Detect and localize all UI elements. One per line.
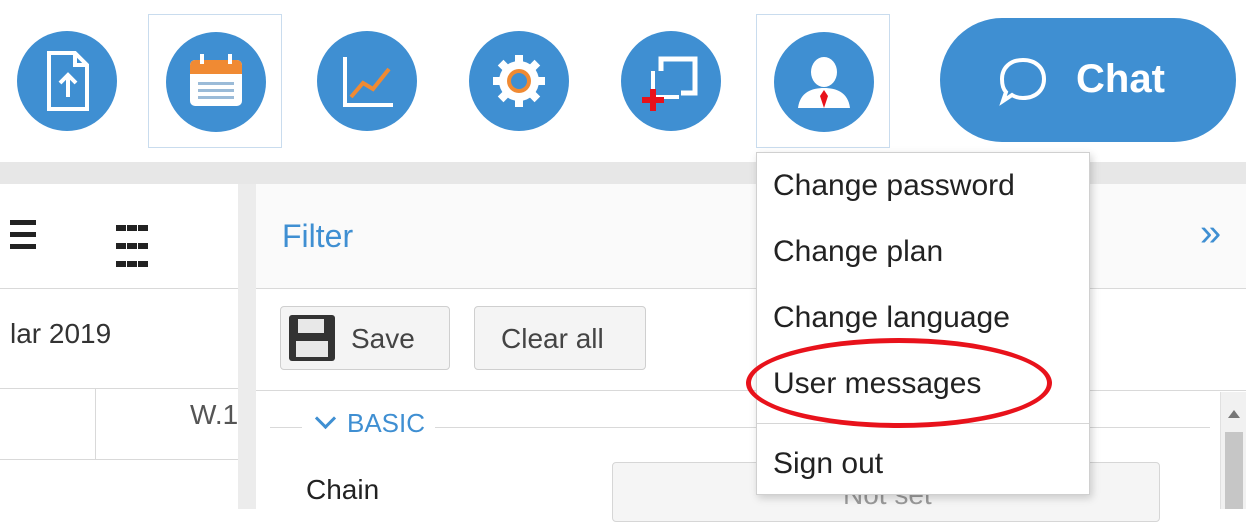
menu-divider (757, 423, 1089, 424)
chart-button[interactable] (300, 14, 434, 148)
settings-button[interactable] (452, 14, 586, 148)
expand-panel-icon[interactable]: » (1200, 212, 1221, 255)
chat-label: Chat (1076, 57, 1165, 101)
upload-document-icon (17, 31, 117, 131)
week-column-divider (95, 389, 96, 459)
filter-title: Filter (282, 218, 354, 254)
upload-document-button[interactable] (0, 14, 134, 148)
scroll-up-icon[interactable] (1228, 410, 1240, 418)
floppy-disk-icon (289, 315, 335, 361)
gear-icon (469, 31, 569, 131)
add-window-icon (621, 31, 721, 131)
month-label: lar 2019 (10, 318, 112, 349)
week-label: W.1 (190, 399, 239, 430)
user-button[interactable] (756, 14, 890, 148)
user-icon (774, 32, 874, 132)
user-menu: Change password Change plan Change langu… (756, 152, 1090, 495)
menu-item-change-plan[interactable]: Change plan (773, 235, 943, 269)
menu-item-sign-out[interactable]: Sign out (773, 447, 883, 481)
list-view-icon[interactable] (10, 220, 36, 250)
basic-section-label: BASIC (347, 408, 426, 438)
save-label: Save (351, 323, 415, 354)
toolbar: Chat (0, 0, 1246, 162)
chain-label: Chain (306, 474, 380, 505)
calendar-icon (166, 32, 266, 132)
speech-bubble-icon (996, 54, 1050, 113)
filter-scrollbar[interactable] (1220, 392, 1246, 509)
filter-divider (256, 390, 1246, 391)
clear-all-label: Clear all (501, 323, 604, 354)
calendar-button[interactable] (148, 14, 282, 148)
panel-gap (238, 184, 256, 509)
save-button[interactable]: Save (280, 306, 450, 370)
chat-button[interactable]: Chat (940, 18, 1236, 142)
menu-item-change-password[interactable]: Change password (773, 169, 1015, 203)
line-chart-icon (317, 31, 417, 131)
add-window-button[interactable] (604, 14, 738, 148)
grid-view-icon[interactable] (116, 221, 154, 267)
chevron-down-icon (314, 407, 337, 430)
filter-header (256, 184, 1246, 289)
scroll-thumb[interactable] (1225, 432, 1243, 509)
menu-item-change-language[interactable]: Change language (773, 301, 1010, 335)
basic-section-toggle[interactable]: BASIC (302, 407, 436, 439)
clear-all-button[interactable]: Clear all (474, 306, 646, 370)
menu-item-user-messages[interactable]: User messages (773, 367, 981, 401)
